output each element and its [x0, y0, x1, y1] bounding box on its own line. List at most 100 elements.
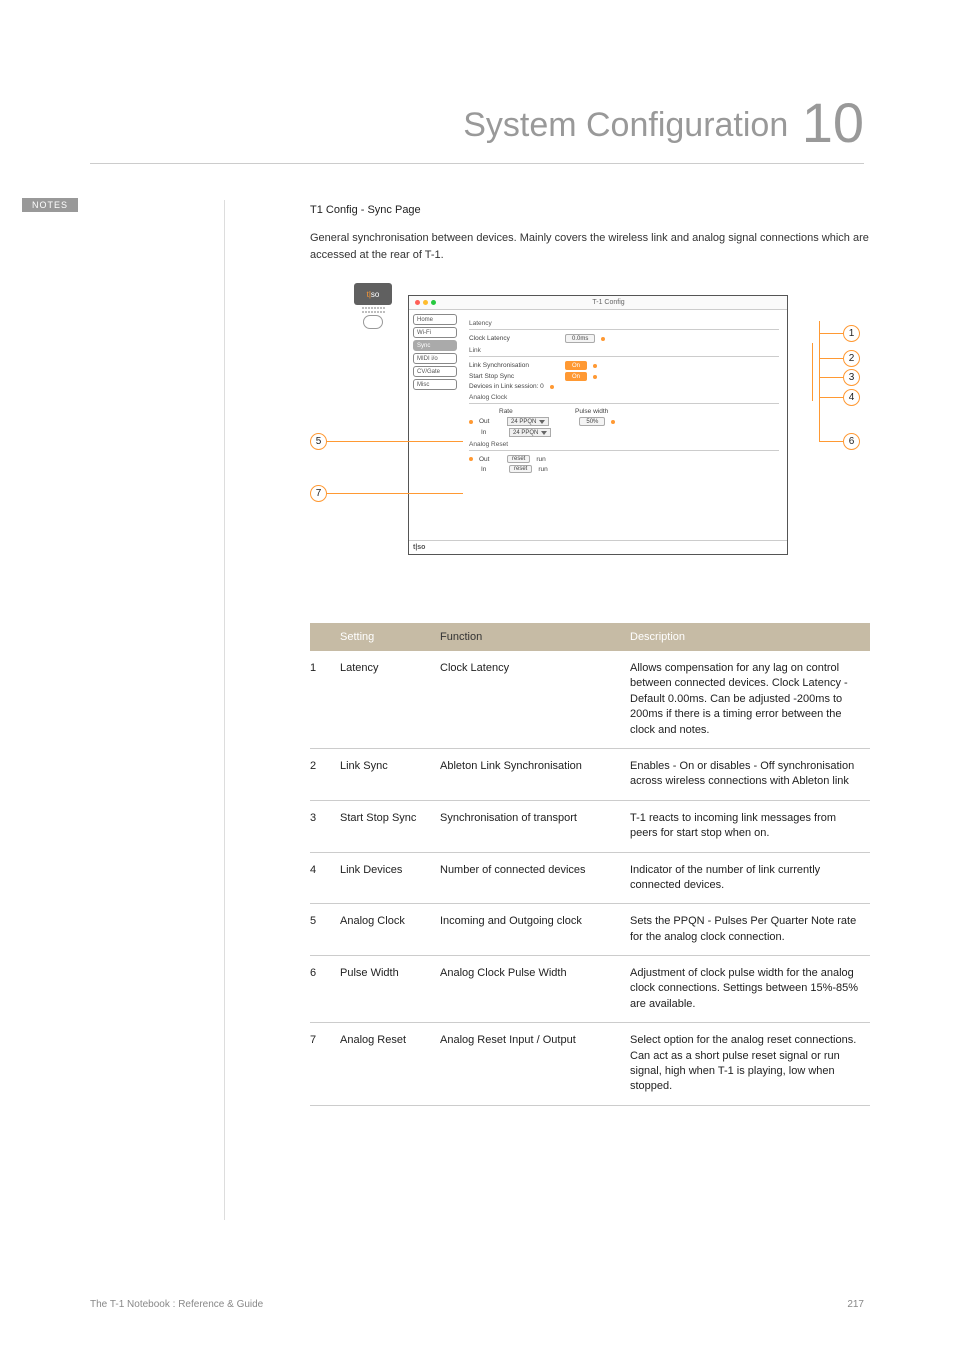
app-window: T-1 Config Home Wi-Fi Sync MIDI i/o CV/G… [408, 295, 788, 555]
sidebar-item-misc[interactable]: Misc [413, 379, 457, 390]
sidebar-item-cvgate[interactable]: CV/Gate [413, 366, 457, 377]
callout-rail-right-inner [812, 343, 813, 401]
marker-dot [611, 420, 615, 424]
clock-latency-label: Clock Latency [469, 335, 559, 342]
analogreset-label: Analog Reset [469, 441, 779, 448]
row-setting: Link Sync [330, 748, 430, 800]
latency-label: Latency [469, 320, 779, 327]
sidebar-item-home[interactable]: Home [413, 314, 457, 325]
brand-part2: so [371, 290, 379, 299]
device-illustration: t|so [350, 283, 396, 329]
row-setting: Start Stop Sync [330, 800, 430, 852]
row-description: Select option for the analog reset conne… [620, 1023, 870, 1106]
link-sync-toggle[interactable]: On [565, 361, 587, 370]
row-index: 4 [310, 852, 330, 904]
chevron-down-icon [541, 431, 547, 435]
sidebar: Home Wi-Fi Sync MIDI i/o CV/Gate Misc [409, 310, 461, 540]
row-function: Analog Reset Input / Output [430, 1023, 620, 1106]
chapter-title-text: System Configuration [463, 106, 788, 144]
row-index: 3 [310, 800, 330, 852]
table-row: 1 Latency Clock Latency Allows compensat… [310, 651, 870, 748]
row-setting: Analog Clock [330, 904, 430, 956]
col-setting: Setting [330, 623, 430, 651]
close-icon[interactable] [415, 300, 420, 305]
notes-tab: NOTES [22, 198, 78, 212]
row-setting: Latency [330, 651, 430, 748]
device-encoder [363, 315, 383, 329]
link-sync-row: Link Synchronisation On [469, 361, 779, 370]
ar-in-run[interactable]: run [538, 466, 547, 473]
row-description: Adjustment of clock pulse width for the … [620, 956, 870, 1023]
device-knobs [350, 307, 396, 309]
ar-in-reset[interactable]: reset [509, 465, 532, 473]
analogclock-out-row: Out 24 PPQN 50% [469, 417, 779, 426]
table-row: 4 Link Devices Number of connected devic… [310, 852, 870, 904]
chapter-number: 10 [802, 91, 864, 154]
sidebar-item-sync[interactable]: Sync [413, 340, 457, 351]
link-devices-text: Devices in Link session: 0 [469, 383, 544, 390]
ar-out-run[interactable]: run [536, 456, 545, 463]
callout-6: 6 [819, 433, 860, 450]
main-content: T1 Config - Sync Page General synchronis… [310, 204, 870, 1106]
row-description: Indicator of the number of link currentl… [620, 852, 870, 904]
row-function: Analog Clock Pulse Width [430, 956, 620, 1023]
callout-7: 7 [310, 485, 463, 502]
pulsewidth-header: Pulse width [575, 408, 608, 415]
ac-pulse-value[interactable]: 50% [579, 417, 605, 426]
table-row: 6 Pulse Width Analog Clock Pulse Width A… [310, 956, 870, 1023]
minimize-icon[interactable] [423, 300, 428, 305]
ac-out-label: Out [479, 418, 501, 425]
traffic-lights[interactable] [415, 300, 436, 305]
clock-latency-value[interactable]: 0.0ms [565, 334, 595, 343]
analogclock-headers: Rate Pulse width [499, 408, 779, 415]
ar-in-label: In [481, 466, 503, 473]
row-description: Sets the PPQN - Pulses Per Quarter Note … [620, 904, 870, 956]
ar-out-reset[interactable]: reset [507, 455, 530, 463]
titlebar: T-1 Config [409, 296, 787, 310]
col-function: Function [430, 623, 620, 651]
analogclock-in-row: In 24 PPQN [469, 428, 779, 437]
col-blank [310, 623, 330, 651]
page: System Configuration 10 NOTES T1 Config … [0, 0, 954, 1350]
callout-3: 3 [819, 369, 860, 386]
table-row: 5 Analog Clock Incoming and Outgoing clo… [310, 904, 870, 956]
sidebar-item-midi[interactable]: MIDI i/o [413, 353, 457, 364]
rate-header: Rate [499, 408, 569, 415]
callout-5: 5 [310, 433, 463, 450]
footer-right: 217 [847, 1299, 864, 1310]
sidebar-item-wifi[interactable]: Wi-Fi [413, 327, 457, 338]
marker-dot [469, 457, 473, 461]
row-index: 5 [310, 904, 330, 956]
settings-table: Setting Function Description 1 Latency C… [310, 623, 870, 1106]
col-description: Description [620, 623, 870, 651]
table-row: 2 Link Sync Ableton Link Synchronisation… [310, 748, 870, 800]
startstop-label: Start Stop Sync [469, 373, 559, 380]
link-label: Link [469, 347, 779, 354]
page-footer: The T-1 Notebook : Reference & Guide 217 [90, 1299, 864, 1310]
ac-in-rate-select[interactable]: 24 PPQN [509, 428, 551, 437]
row-setting: Pulse Width [330, 956, 430, 1023]
table-row: 3 Start Stop Sync Synchronisation of tra… [310, 800, 870, 852]
section-heading: T1 Config - Sync Page [310, 204, 870, 216]
config-diagram: t|so T-1 Config [310, 283, 870, 583]
table-row: 7 Analog Reset Analog Reset Input / Outp… [310, 1023, 870, 1106]
row-index: 1 [310, 651, 330, 748]
startstop-row: Start Stop Sync On [469, 372, 779, 381]
analogreset-out-row: Out reset run [469, 455, 779, 463]
callout-2: 2 [819, 350, 860, 367]
row-index: 6 [310, 956, 330, 1023]
row-description: Enables - On or disables - Off synchroni… [620, 748, 870, 800]
notes-area [90, 200, 225, 1220]
footer-brand: t|so [413, 544, 425, 551]
ac-out-rate-select[interactable]: 24 PPQN [507, 417, 549, 426]
callout-1: 1 [819, 325, 860, 342]
analogreset-in-row: In reset run [469, 465, 779, 473]
callout-4: 4 [819, 389, 860, 406]
app-body: Home Wi-Fi Sync MIDI i/o CV/Gate Misc La… [409, 310, 787, 540]
ac-in-label: In [481, 429, 503, 436]
analogclock-label: Analog Clock [469, 394, 779, 401]
section-description: General synchronisation between devices.… [310, 230, 870, 263]
link-devices-row: Devices in Link session: 0 [469, 383, 779, 390]
row-setting: Analog Reset [330, 1023, 430, 1106]
startstop-toggle[interactable]: On [565, 372, 587, 381]
